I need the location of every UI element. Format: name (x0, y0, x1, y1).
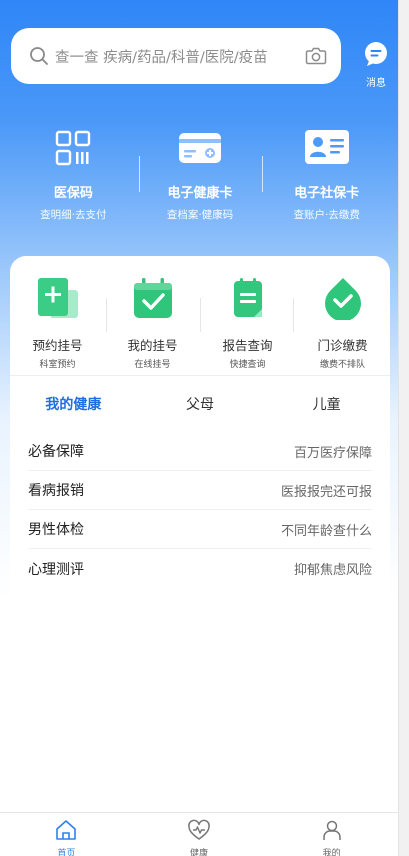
quick-title: 我的挂号 (127, 338, 178, 353)
card-social-security[interactable]: 电子社保卡 查账户·去缴费 (263, 126, 390, 230)
nav-health[interactable]: 健康 (133, 813, 266, 856)
search-bar[interactable]: 查一查 疾病/药品/科普/医院/疫苗 (11, 28, 341, 84)
quick-actions: 预约挂号 科室预约 我的挂号 在线挂号 报告查询 快捷查询 门诊缴费 缴费不排队 (10, 256, 390, 376)
quick-my-registration[interactable]: 我的挂号 在线挂号 (105, 276, 200, 375)
list-item[interactable]: 看病报销 医报报完还可报 (28, 471, 372, 510)
search-icon (30, 47, 48, 65)
health-tabs: 我的健康 父母 儿童 (10, 376, 390, 432)
health-card-icon (179, 133, 221, 163)
list-item-desc: 医报报完还可报 (280, 484, 372, 500)
card-subtitle: 查账户·去缴费 (293, 209, 360, 221)
list-item-desc: 不同年龄查什么 (280, 523, 372, 539)
tab-parents[interactable]: 父母 (137, 394, 264, 414)
quick-title: 报告查询 (222, 338, 273, 353)
message-label: 消息 (366, 78, 386, 89)
card-medical-insurance-code[interactable]: 医保码 查明细·去支付 (10, 126, 137, 230)
divider (106, 298, 107, 332)
list-item-title: 男性体检 (28, 522, 84, 538)
search-placeholder[interactable]: 查一查 疾病/药品/科普/医院/疫苗 (55, 46, 297, 67)
list-item[interactable]: 心理测评 抑郁焦虑风险 (28, 549, 372, 588)
divider (293, 298, 294, 332)
quick-title: 门诊缴费 (317, 338, 368, 353)
tab-my-health[interactable]: 我的健康 (10, 394, 137, 414)
appointment-icon (37, 278, 78, 318)
nav-label: 我的 (322, 849, 341, 856)
my-registration-icon (133, 278, 172, 318)
card-title: 医保码 (53, 186, 93, 201)
nav-mine[interactable]: 我的 (265, 813, 398, 856)
list-item[interactable]: 必备保障 百万医疗保障 (28, 432, 372, 471)
list-item-title: 心理测评 (28, 561, 84, 578)
quick-title: 预约挂号 (32, 338, 83, 353)
card-title: 电子健康卡 (167, 186, 233, 201)
quick-subtitle: 缴费不排队 (319, 360, 365, 370)
qr-code-icon (56, 130, 91, 166)
payment-icon (324, 278, 361, 322)
card-subtitle: 查明细·去支付 (40, 209, 107, 221)
report-icon (233, 278, 262, 317)
quick-report[interactable]: 报告查询 快捷查询 (200, 276, 295, 375)
quick-subtitle: 快捷查询 (229, 360, 266, 370)
quick-appointment[interactable]: 预约挂号 科室预约 (10, 276, 105, 375)
heart-pulse-icon (188, 819, 210, 840)
user-icon (322, 820, 341, 840)
nav-label: 健康 (190, 849, 209, 856)
camera-icon[interactable] (305, 46, 327, 66)
list-item-title: 必备保障 (28, 444, 84, 460)
message-button[interactable]: 消息 (360, 41, 392, 89)
social-security-card-icon (304, 130, 349, 164)
divider (139, 156, 140, 192)
list-item[interactable]: 男性体检 不同年龄查什么 (28, 510, 372, 549)
nav-home[interactable]: 首页 (0, 813, 133, 856)
list-item-desc: 百万医疗保障 (293, 445, 372, 461)
list-item-desc: 抑郁焦虑风险 (293, 563, 372, 578)
bottom-nav: 首页 健康 我的 (0, 812, 398, 856)
chat-bubble-icon (365, 42, 387, 66)
card-title: 电子社保卡 (294, 186, 360, 201)
quick-payment[interactable]: 门诊缴费 缴费不排队 (295, 276, 390, 375)
health-list: 必备保障 百万医疗保障 看病报销 医报报完还可报 男性体检 不同年龄查什么 心理… (10, 432, 390, 588)
nav-label: 首页 (57, 849, 76, 856)
home-icon (56, 820, 77, 840)
card-subtitle: 查档案·健康码 (166, 209, 234, 221)
main-panel: 预约挂号 科室预约 我的挂号 在线挂号 报告查询 快捷查询 门诊缴费 缴费不排队… (10, 256, 390, 616)
divider (200, 298, 201, 332)
list-item-title: 看病报销 (28, 483, 84, 499)
tab-children[interactable]: 儿童 (263, 394, 390, 414)
divider (262, 156, 263, 192)
quick-subtitle: 科室预约 (39, 360, 76, 370)
card-row: 医保码 查明细·去支付 电子健康卡 查档案·健康码 电子社保卡 查账户·去缴费 (10, 126, 390, 230)
quick-subtitle: 在线挂号 (134, 360, 171, 370)
card-health-card[interactable]: 电子健康卡 查档案·健康码 (137, 126, 264, 230)
scrollbar[interactable] (398, 0, 409, 856)
